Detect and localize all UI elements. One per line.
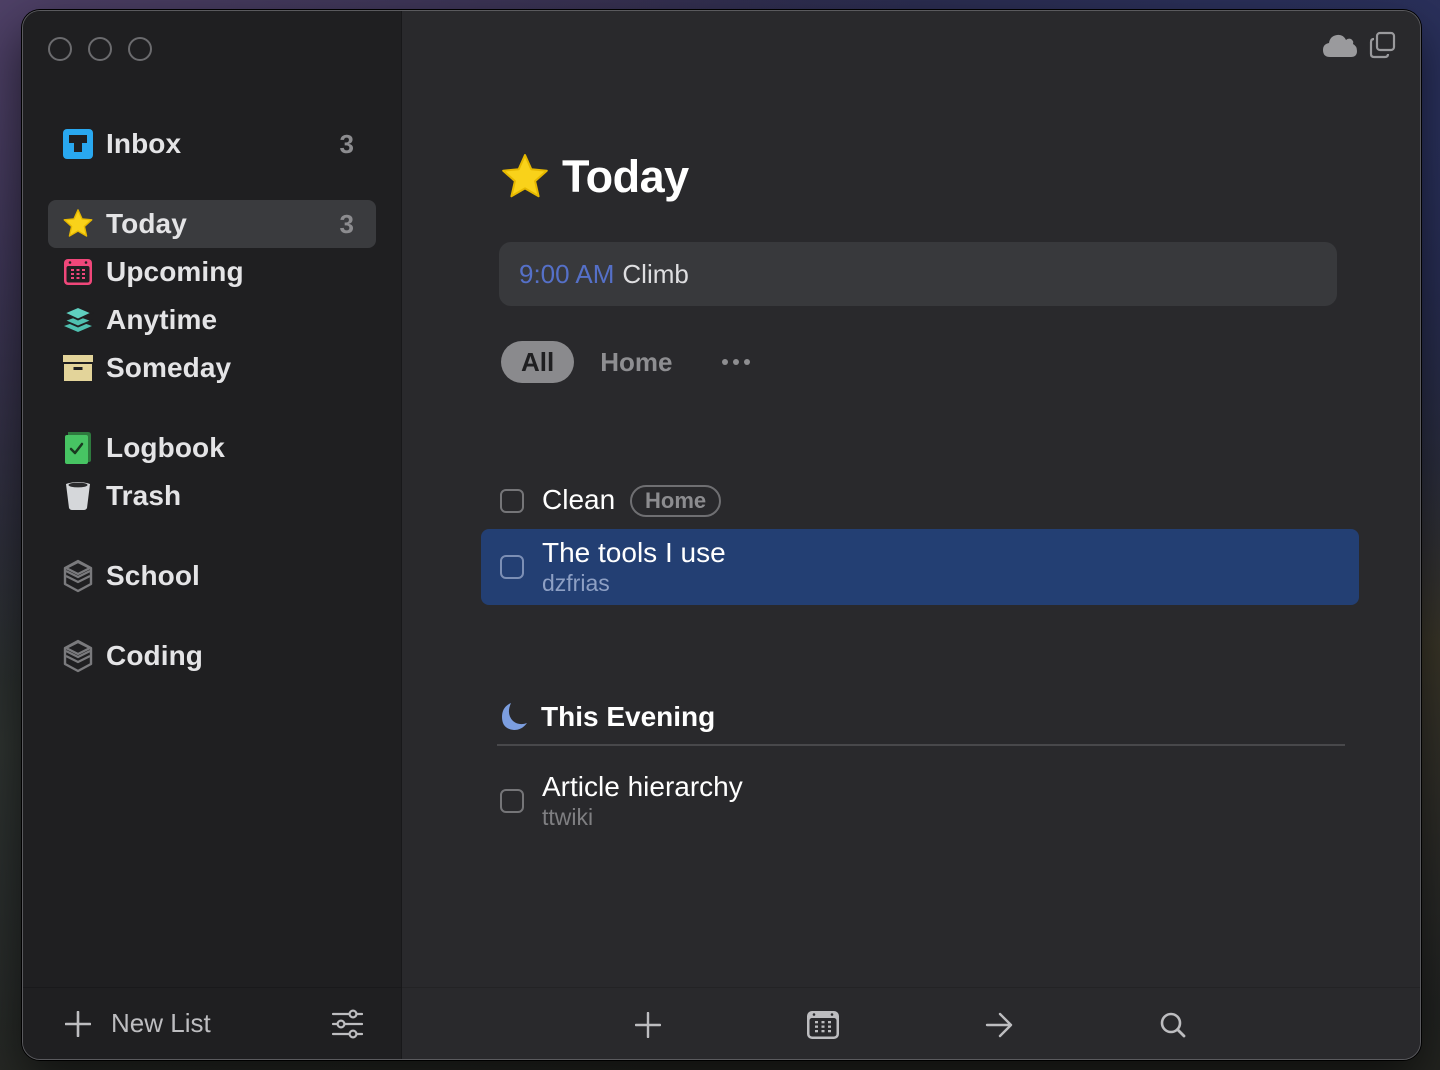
sidebar-item-inbox[interactable]: Inbox 3 — [48, 120, 376, 168]
task-checkbox[interactable] — [500, 489, 524, 513]
new-window-icon[interactable] — [1368, 31, 1396, 59]
sidebar-item-label: Anytime — [106, 304, 218, 335]
star-icon — [502, 154, 548, 198]
close-window-button[interactable] — [48, 37, 72, 61]
sidebar-item-someday[interactable]: Someday — [48, 344, 376, 392]
star-icon — [62, 208, 94, 240]
area-icon — [62, 639, 94, 673]
sidebar-footer: New List — [23, 987, 401, 1059]
moon-icon — [502, 703, 527, 730]
schedule-button[interactable] — [806, 1008, 840, 1042]
sidebar-item-label: Trash — [106, 480, 182, 511]
task-project: ttwiki — [542, 804, 594, 830]
search-button[interactable] — [1156, 1008, 1190, 1042]
inbox-count-badge: 3 — [339, 128, 354, 159]
sidebar-item-upcoming[interactable]: Upcoming — [48, 248, 376, 296]
sidebar-item-anytime[interactable]: Anytime — [48, 296, 376, 344]
sidebar-item-logbook[interactable]: Logbook — [48, 424, 376, 472]
tag-filter-home[interactable]: Home — [580, 341, 692, 383]
sidebar-item-label: Coding — [106, 640, 204, 671]
bottom-toolbar — [402, 987, 1420, 1059]
task-title: The tools I use — [542, 537, 726, 568]
task-row[interactable]: Article hierarchy ttwiki — [481, 763, 1359, 839]
plus-icon — [635, 1012, 661, 1038]
move-button[interactable] — [982, 1008, 1016, 1042]
calendar-icon — [807, 1011, 839, 1039]
zoom-window-button[interactable] — [128, 37, 152, 61]
event-name: Climb — [622, 258, 689, 289]
sidebar-item-label: Logbook — [106, 432, 225, 463]
new-list-button[interactable]: New List — [65, 1008, 211, 1039]
app-window: Inbox 3 Today 3 Upcoming Anytime Someday… — [22, 10, 1421, 1060]
top-toolbar — [1322, 31, 1396, 59]
ellipsis-dot — [733, 359, 740, 365]
tag-filter-bar: All Home — [501, 341, 752, 383]
archive-box-icon — [62, 352, 94, 384]
filter-settings-icon[interactable] — [331, 1008, 363, 1040]
more-tags-button[interactable] — [720, 351, 752, 373]
minimize-window-button[interactable] — [88, 37, 112, 61]
calendar-event[interactable]: 9:00 AM Climb — [499, 242, 1337, 306]
area-icon — [62, 559, 94, 593]
ellipsis-dot — [744, 359, 751, 365]
trash-icon — [62, 480, 94, 512]
sidebar-item-label: Upcoming — [106, 256, 244, 287]
sidebar-item-label: Someday — [106, 352, 232, 383]
today-count-badge: 3 — [339, 208, 354, 239]
task-checkbox[interactable] — [500, 789, 524, 813]
sidebar-item-label: Today — [106, 208, 187, 239]
add-todo-button[interactable] — [631, 1008, 665, 1042]
inbox-icon — [62, 128, 94, 160]
section-header-evening: This Evening — [497, 701, 715, 733]
section-divider — [497, 744, 1345, 746]
sidebar-item-coding[interactable]: Coding — [48, 632, 376, 680]
sidebar-item-today[interactable]: Today 3 — [48, 200, 376, 248]
new-list-label: New List — [111, 1008, 211, 1038]
page-header: Today — [500, 151, 689, 203]
event-time: 9:00 AM — [519, 258, 615, 289]
task-title: Article hierarchy — [542, 771, 743, 802]
ellipsis-dot — [722, 359, 729, 365]
layers-icon — [62, 304, 94, 336]
window-controls — [48, 37, 152, 61]
task-project: dzfrias — [542, 570, 610, 596]
search-icon — [1160, 1012, 1186, 1038]
tag-filter-all[interactable]: All — [501, 341, 575, 383]
sidebar-item-trash[interactable]: Trash — [48, 472, 376, 520]
calendar-icon — [62, 256, 94, 288]
task-row[interactable]: Clean Home — [481, 479, 1359, 523]
task-row-selected[interactable]: The tools I use dzfrias — [481, 529, 1359, 605]
sidebar: Inbox 3 Today 3 Upcoming Anytime Someday… — [23, 11, 402, 1059]
sidebar-item-label: School — [106, 560, 200, 591]
task-tag-chip: Home — [630, 485, 722, 517]
page-title: Today — [562, 151, 689, 202]
logbook-icon — [62, 432, 94, 464]
sidebar-item-label: Inbox — [106, 128, 182, 159]
main-content: Today 9:00 AM Climb All Home Clean Home … — [402, 11, 1420, 1059]
arrow-right-icon — [985, 1012, 1013, 1038]
plus-icon — [65, 1010, 91, 1037]
task-title: Clean — [542, 484, 616, 515]
section-title: This Evening — [541, 701, 716, 732]
cloud-sync-icon[interactable] — [1322, 32, 1358, 58]
task-checkbox[interactable] — [500, 555, 524, 579]
sidebar-item-school[interactable]: School — [48, 552, 376, 600]
